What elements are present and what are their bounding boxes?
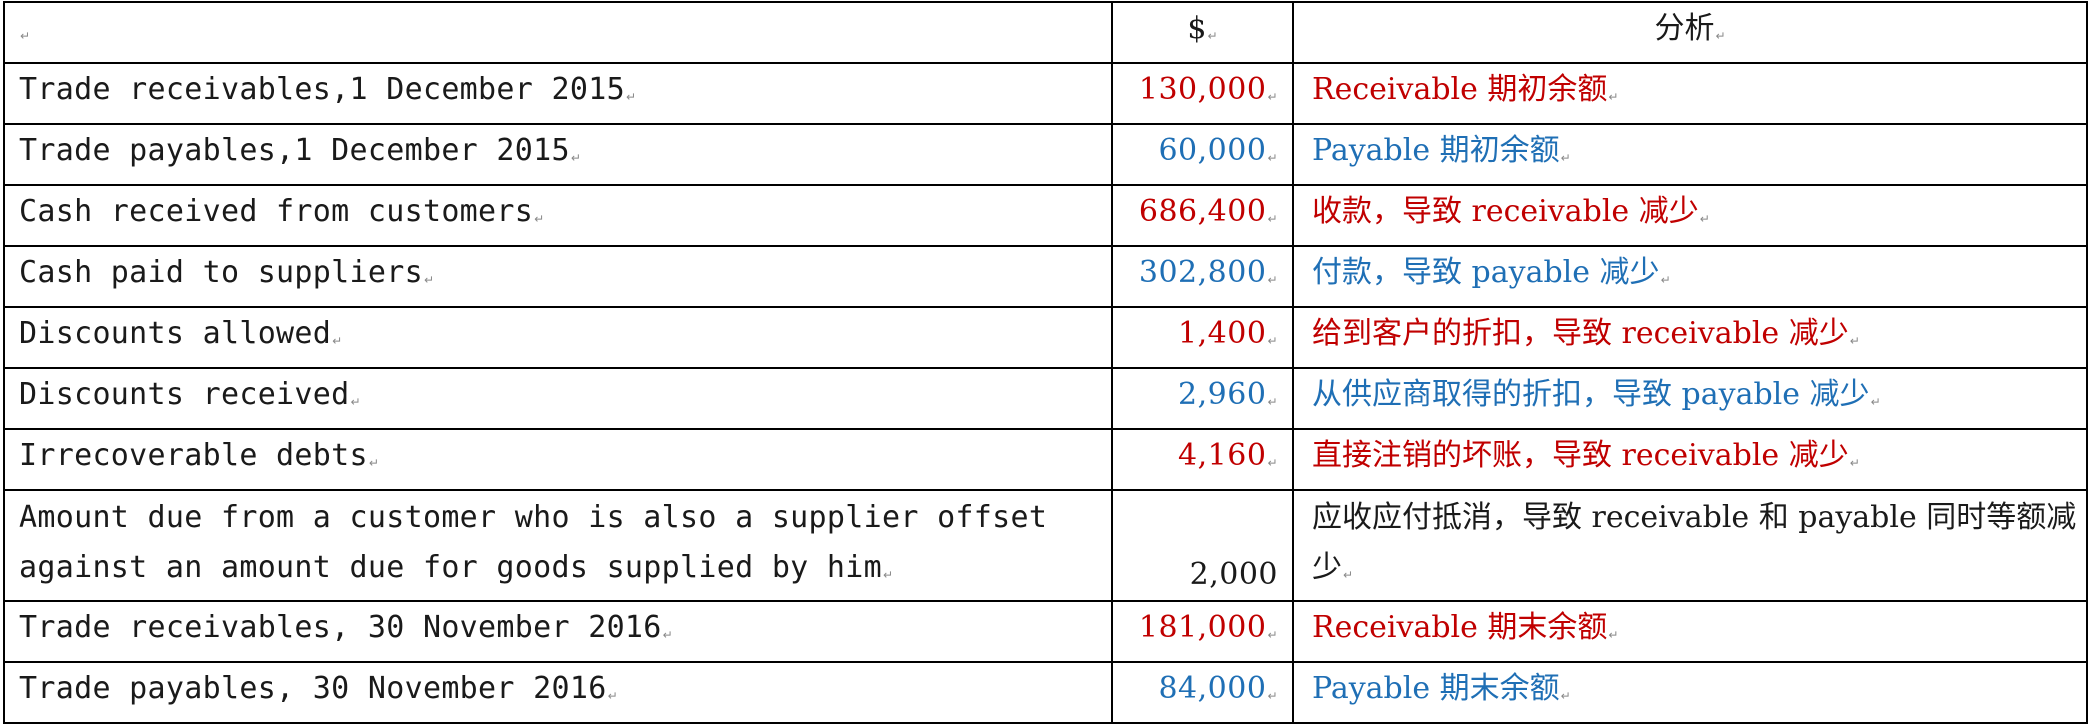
analysis-cell: 付款，导致 payable 减少↵ <box>1292 245 2088 308</box>
analysis-cell: Receivable 期初余额↵ <box>1292 62 2088 125</box>
item-cell: Discounts allowed↵ <box>3 306 1113 369</box>
header-analysis-cell: 分析↵ <box>1292 1 2088 64</box>
item-cell: Cash received from customers↵ <box>3 184 1113 247</box>
table-header-row: ↵ $↵ 分析↵ <box>3 1 2088 64</box>
analysis-cell: 从供应商取得的折扣，导致 payable 减少↵ <box>1292 367 2088 430</box>
analysis-cell: Receivable 期末余额↵ <box>1292 600 2088 663</box>
item-cell: Trade payables,1 December 2015↵ <box>3 123 1113 186</box>
table-row: Trade receivables,1 December 2015↵ 130,0… <box>3 62 2088 125</box>
table-row: Amount due from a customer who is also a… <box>3 489 2088 602</box>
analysis-cell: 直接注销的坏账，导致 receivable 减少↵ <box>1292 428 2088 491</box>
analysis-cell: Payable 期初余额↵ <box>1292 123 2088 186</box>
item-cell: Amount due from a customer who is also a… <box>3 489 1113 602</box>
analysis-cell: Payable 期末余额↵ <box>1292 661 2088 724</box>
amount-cell: 302,800↵ <box>1111 245 1294 308</box>
table-row: Trade payables,1 December 2015↵ 60,000↵ … <box>3 123 2088 186</box>
amount-cell: 686,400↵ <box>1111 184 1294 247</box>
analysis-cell: 给到客户的折扣，导致 receivable 减少↵ <box>1292 306 2088 369</box>
table-row: Trade payables, 30 November 2016↵ 84,000… <box>3 661 2088 724</box>
item-cell: Trade receivables, 30 November 2016↵ <box>3 600 1113 663</box>
amount-cell: 1,400↵ <box>1111 306 1294 369</box>
table-row: Cash received from customers↵ 686,400↵ 收… <box>3 184 2088 247</box>
table-row: Discounts allowed↵ 1,400↵ 给到客户的折扣，导致 rec… <box>3 306 2088 369</box>
analysis-cell: 应收应付抵消，导致 receivable 和 payable 同时等额减少↵ <box>1292 489 2088 602</box>
amount-cell: 4,160↵ <box>1111 428 1294 491</box>
amount-cell: 2,000 <box>1111 489 1294 602</box>
table-row: Cash paid to suppliers↵ 302,800↵ 付款，导致 p… <box>3 245 2088 308</box>
amount-cell: 130,000↵ <box>1111 62 1294 125</box>
amount-cell: 60,000↵ <box>1111 123 1294 186</box>
item-cell: Trade receivables,1 December 2015↵ <box>3 62 1113 125</box>
table-row: Trade receivables, 30 November 2016↵ 181… <box>3 600 2088 663</box>
analysis-cell: 收款，导致 receivable 减少↵ <box>1292 184 2088 247</box>
item-cell: Irrecoverable debts↵ <box>3 428 1113 491</box>
reconciliation-table: ↵ $↵ 分析↵ Trade receivables,1 December 20… <box>3 1 2088 724</box>
header-amount-cell: $↵ <box>1111 1 1294 64</box>
amount-cell: 181,000↵ <box>1111 600 1294 663</box>
amount-cell: 84,000↵ <box>1111 661 1294 724</box>
amount-cell: 2,960↵ <box>1111 367 1294 430</box>
item-cell: Trade payables, 30 November 2016↵ <box>3 661 1113 724</box>
table-row: Irrecoverable debts↵ 4,160↵ 直接注销的坏账，导致 r… <box>3 428 2088 491</box>
item-cell: Cash paid to suppliers↵ <box>3 245 1113 308</box>
table-row: Discounts received↵ 2,960↵ 从供应商取得的折扣，导致 … <box>3 367 2088 430</box>
item-cell: Discounts received↵ <box>3 367 1113 430</box>
header-item-cell: ↵ <box>3 1 1113 64</box>
